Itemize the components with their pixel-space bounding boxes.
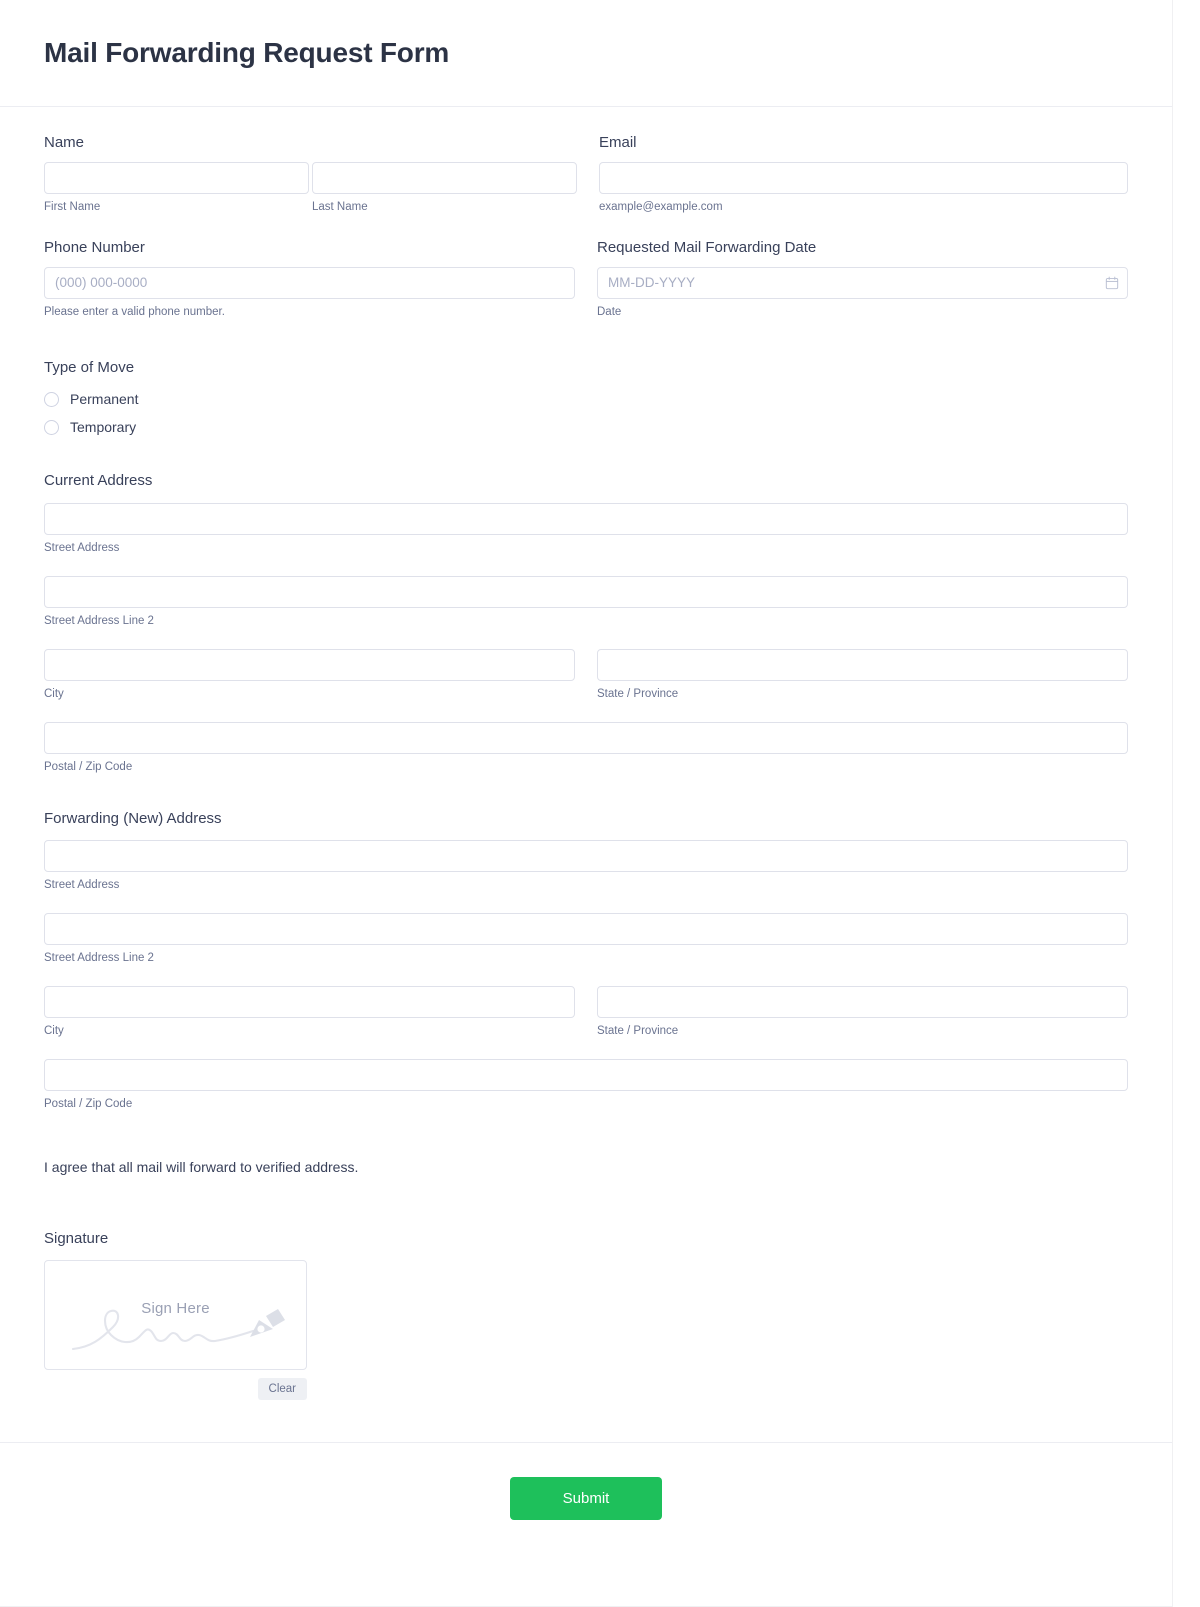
forwarding-city-input[interactable] [44, 986, 575, 1018]
field-forwarding-address: Forwarding (New) Address Street Address … [44, 809, 1128, 1112]
date-sublabel: Date [597, 305, 622, 318]
first-name-group: First Name [44, 161, 309, 215]
email-input[interactable] [599, 161, 1128, 194]
current-city-state-row: City State / Province [44, 648, 1128, 702]
forwarding-street-sublabel: Street Address [44, 879, 120, 892]
row-name-email: Name First Name Last Name Email example@… [44, 133, 1128, 214]
radio-option-permanent[interactable]: Permanent [44, 389, 1128, 409]
radio-circle-icon[interactable] [44, 419, 59, 435]
forwarding-state-group: State / Province [597, 986, 1128, 1039]
phone-input[interactable] [44, 266, 575, 299]
current-address-label: Current Address [44, 472, 153, 490]
forwarding-postal-group: Postal / Zip Code [44, 1058, 1128, 1112]
date-label: Requested Mail Forwarding Date [597, 239, 817, 257]
forwarding-address-label: Forwarding (New) Address [44, 809, 222, 827]
current-city-group: City [44, 648, 575, 702]
date-input[interactable] [597, 266, 1128, 299]
clear-signature-button[interactable]: Clear [257, 1377, 307, 1400]
name-inputs: First Name Last Name [44, 161, 577, 215]
form-header: Mail Forwarding Request Form [0, 0, 1172, 107]
current-city-sublabel: City [44, 687, 64, 700]
submit-button[interactable]: Submit [510, 1476, 662, 1520]
radio-option-temporary[interactable]: Temporary [44, 417, 1128, 437]
radio-label-permanent: Permanent [70, 391, 139, 408]
forwarding-city-state-row: City State / Province [44, 986, 1128, 1039]
current-street-input[interactable] [44, 502, 1128, 535]
phone-sublabel: Please enter a valid phone number. [44, 305, 225, 318]
forwarding-city-sublabel: City [44, 1025, 64, 1037]
forwarding-street-group: Street Address [44, 840, 1128, 893]
field-signature: Signature Sign Here Clear [44, 1229, 1128, 1400]
field-type-of-move: Type of Move Permanent Temporary [44, 358, 1128, 438]
field-current-address: Current Address Street Address Street Ad… [44, 471, 1128, 774]
current-state-sublabel: State / Province [597, 687, 679, 700]
name-label: Name [44, 134, 85, 151]
signature-clear-row: Clear [44, 1377, 307, 1400]
current-street-sublabel: Street Address [44, 541, 120, 554]
email-sublabel: example@example.com [599, 200, 723, 213]
current-city-input[interactable] [44, 648, 575, 681]
field-phone: Phone Number Please enter a valid phone … [44, 238, 575, 319]
forwarding-street2-group: Street Address Line 2 [44, 913, 1128, 966]
phone-label: Phone Number [44, 239, 145, 257]
page-title: Mail Forwarding Request Form [44, 37, 450, 69]
first-name-input[interactable] [44, 161, 309, 194]
radio-label-temporary: Temporary [70, 419, 137, 436]
first-name-sublabel: First Name [44, 200, 101, 213]
row-phone-date: Phone Number Please enter a valid phone … [44, 238, 1128, 319]
forwarding-state-sublabel: State / Province [597, 1025, 679, 1037]
field-name: Name First Name Last Name [44, 133, 577, 214]
radio-circle-icon[interactable] [44, 391, 59, 407]
forwarding-street2-sublabel: Street Address Line 2 [44, 952, 154, 965]
forwarding-postal-sublabel: Postal / Zip Code [44, 1097, 133, 1110]
field-date: Requested Mail Forwarding Date Date [597, 238, 1128, 319]
form-page: Mail Forwarding Request Form Name First … [0, 0, 1173, 1607]
current-postal-input[interactable] [44, 721, 1128, 754]
form-body: Name First Name Last Name Email example@… [0, 107, 1172, 1400]
current-street2-sublabel: Street Address Line 2 [44, 614, 154, 627]
type-of-move-label: Type of Move [44, 358, 135, 376]
forwarding-street2-input[interactable] [44, 913, 1128, 946]
pen-nib-icon [250, 1308, 285, 1337]
signature-label: Signature [44, 1230, 109, 1248]
last-name-group: Last Name [312, 161, 577, 215]
date-input-wrapper [597, 266, 1128, 299]
email-label: Email [599, 134, 637, 151]
signature-pad[interactable]: Sign Here [44, 1259, 307, 1370]
form-footer: Submit [0, 1441, 1172, 1558]
current-street-group: Street Address [44, 502, 1128, 556]
last-name-input[interactable] [312, 161, 577, 194]
current-state-group: State / Province [597, 648, 1128, 702]
current-postal-sublabel: Postal / Zip Code [44, 760, 133, 773]
last-name-sublabel: Last Name [312, 200, 368, 213]
agreement-text: I agree that all mail will forward to ve… [44, 1158, 359, 1175]
signature-placeholder-text: Sign Here [141, 1299, 210, 1317]
forwarding-postal-input[interactable] [44, 1058, 1128, 1091]
current-street2-group: Street Address Line 2 [44, 575, 1128, 629]
current-street2-input[interactable] [44, 575, 1128, 608]
forwarding-street-input[interactable] [44, 840, 1128, 873]
forwarding-state-input[interactable] [597, 986, 1128, 1018]
forwarding-city-group: City [44, 986, 575, 1039]
field-email: Email example@example.com [599, 133, 1128, 214]
current-state-input[interactable] [597, 648, 1128, 681]
current-postal-group: Postal / Zip Code [44, 721, 1128, 775]
